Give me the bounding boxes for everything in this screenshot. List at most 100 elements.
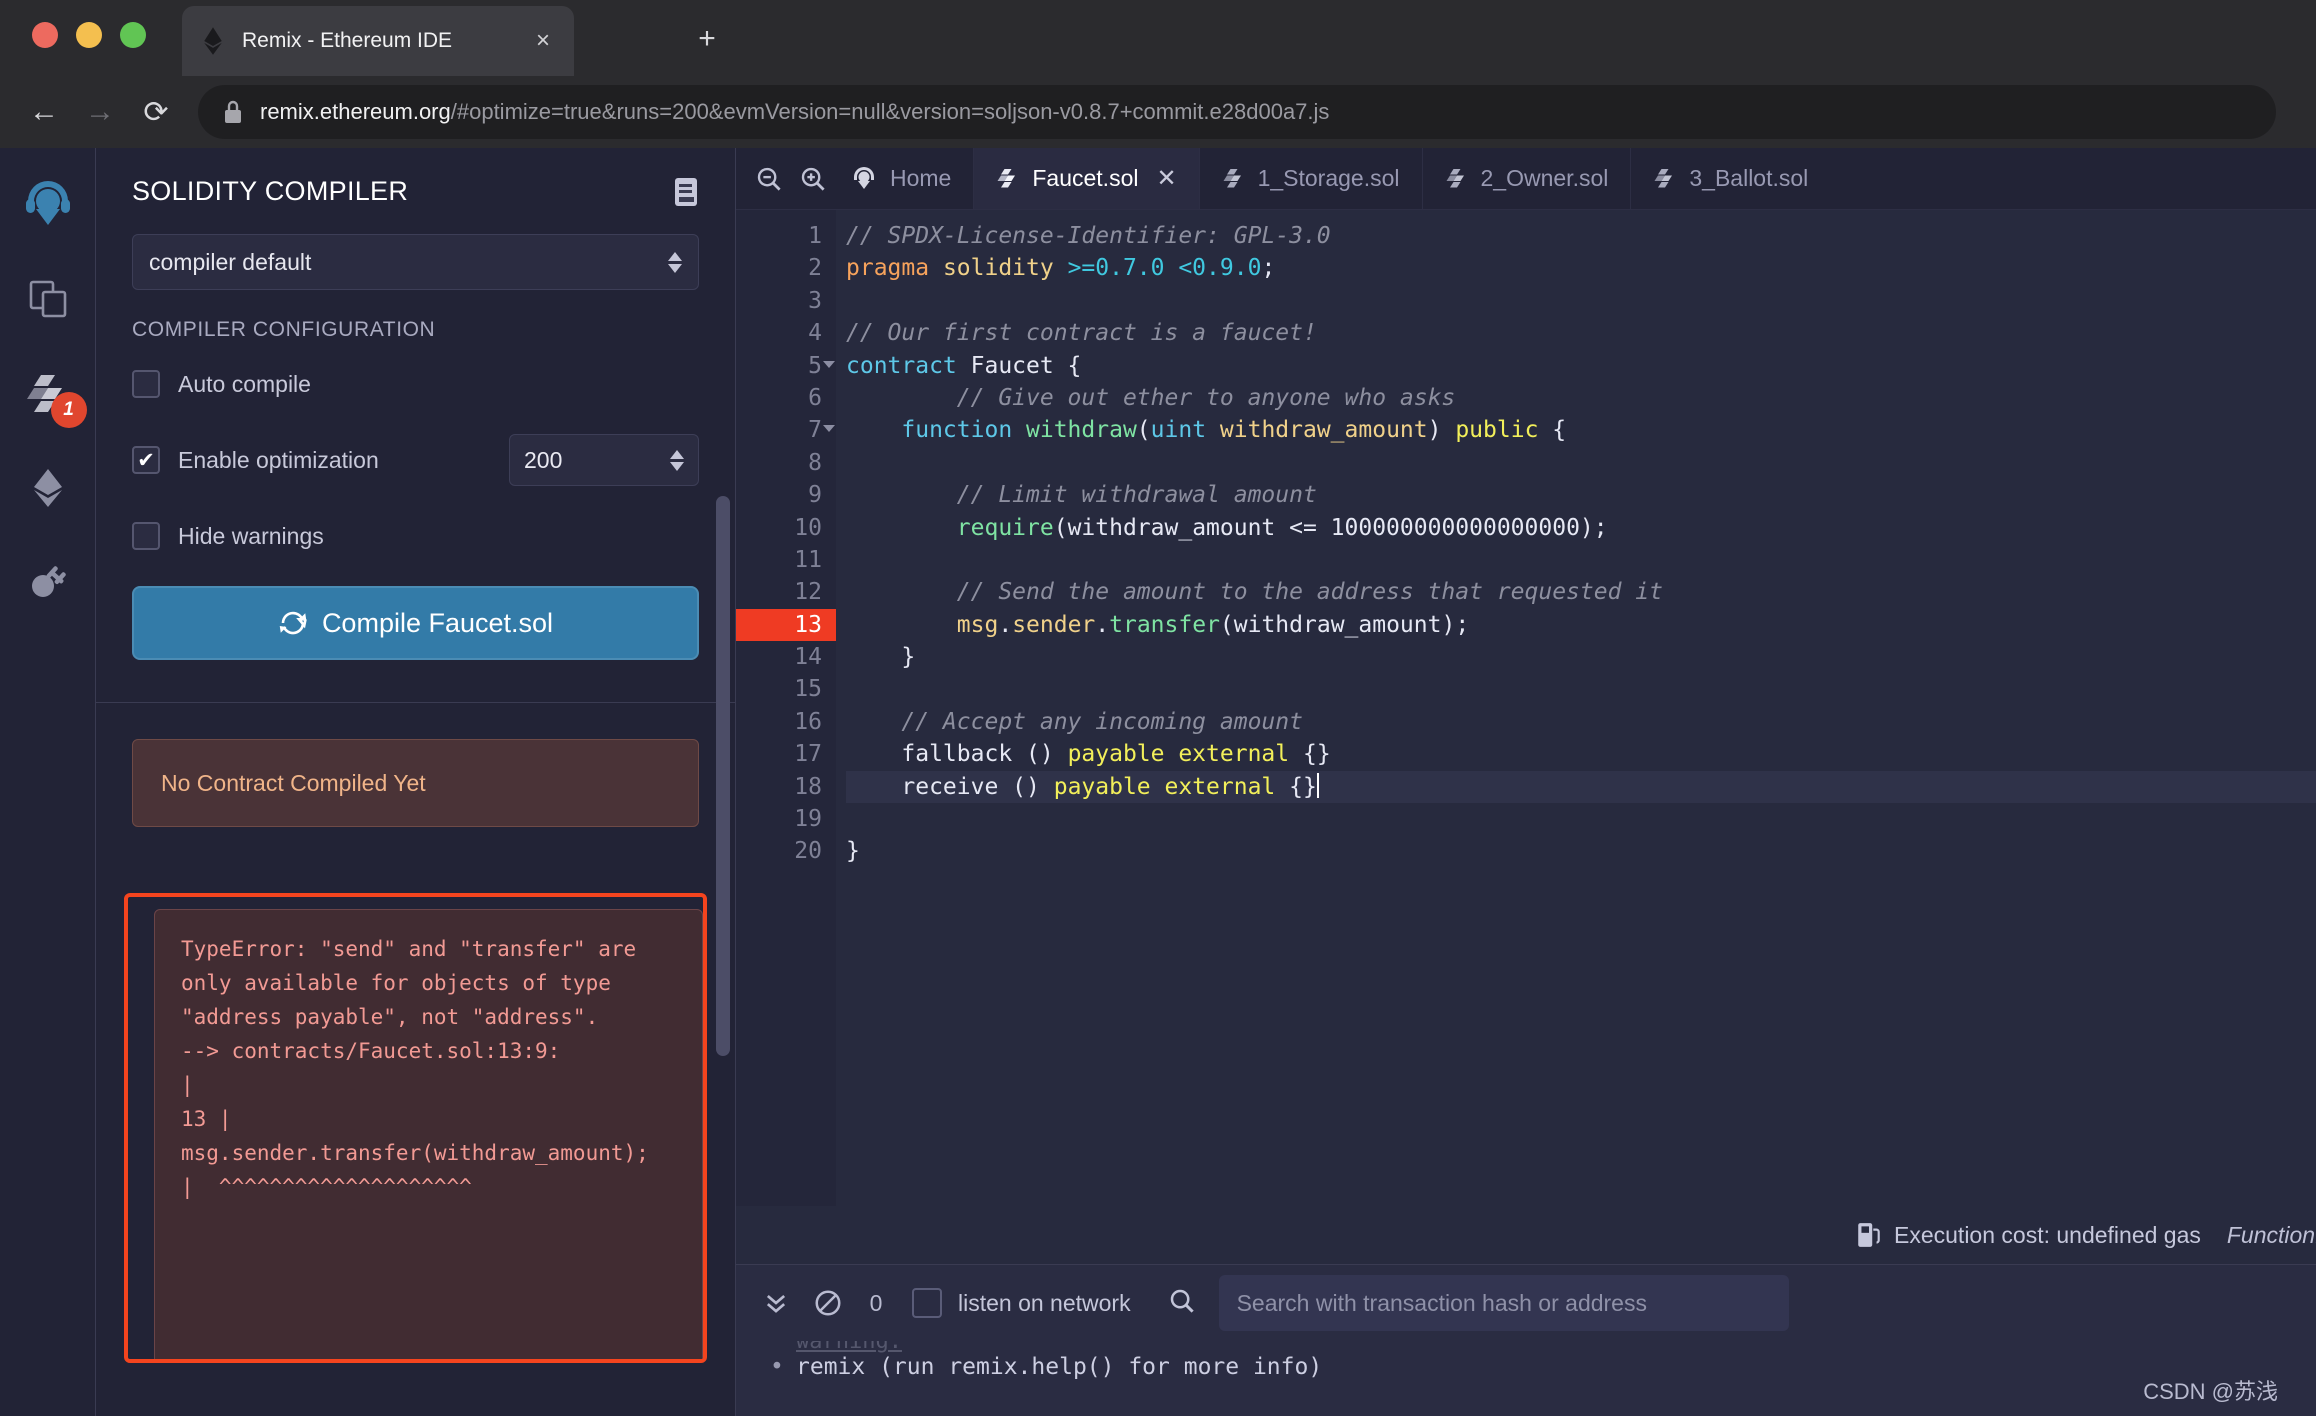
browser-chrome: Remix - Ethereum IDE × + ← → ⟳ remix.eth… <box>0 0 2316 148</box>
code-token: 100000000000000000 <box>1330 514 1580 541</box>
zoom-in-icon[interactable] <box>798 164 828 194</box>
terminal-log-line: remix (run remix.help() for more info) <box>770 1354 2316 1380</box>
code-line: // Limit withdrawal amount <box>846 479 2316 511</box>
runs-stepper-icon[interactable] <box>670 449 684 471</box>
terminal-output: warning: remix (run remix.help() for mor… <box>736 1341 2316 1416</box>
rail-item-plugin-manager[interactable] <box>13 546 83 616</box>
documentation-icon[interactable] <box>673 176 699 208</box>
code-token: {} <box>1302 741 1331 768</box>
editor-tab-label: 1_Storage.sol <box>1257 165 1400 191</box>
optimization-runs-input[interactable]: 200 <box>509 434 699 486</box>
code-content[interactable]: // SPDX-License-Identifier: GPL-3.0 pragm… <box>836 210 2316 1206</box>
remix-home-logo-icon <box>25 181 70 225</box>
compiler-version-select[interactable]: compiler default <box>132 234 699 290</box>
enable-optimization-label: Enable optimization <box>178 446 379 473</box>
auto-compile-checkbox[interactable] <box>132 370 160 398</box>
code-line: pragma solidity >=0.7.0 <0.9.0; <box>846 252 2316 284</box>
editor-tab-label: 3_Ballot.sol <box>1689 165 1809 191</box>
forward-button[interactable]: → <box>72 84 128 140</box>
enable-optimization-checkbox[interactable] <box>132 446 160 474</box>
remix-logo-icon <box>854 166 874 189</box>
code-editor[interactable]: 1 2 3 4 5 6 7 8 9 10 11 12 13 14 15 16 17 18 19 20 // SPDX-… <box>736 210 2316 1206</box>
rail-item-remix-home[interactable] <box>13 170 83 240</box>
select-stepper-icon <box>668 251 682 273</box>
code-token: . <box>998 611 1013 638</box>
rail-item-file-explorer[interactable] <box>13 264 83 334</box>
code-token: ); <box>1579 514 1608 541</box>
listen-on-network-label: listen on network <box>958 1289 1131 1316</box>
editor-tab-3-ballot-sol[interactable]: 3_Ballot.sol <box>1630 148 1830 209</box>
close-icon[interactable]: ✕ <box>1156 164 1176 193</box>
code-token: payable external <box>1067 741 1303 768</box>
text-cursor <box>1316 772 1319 798</box>
editor-tab-1-storage-sol[interactable]: 1_Storage.sol <box>1198 148 1422 209</box>
hide-warnings-checkbox[interactable] <box>132 522 160 550</box>
ethereum-logo-icon <box>204 27 222 55</box>
address-bar-url: remix.ethereum.org/#optimize=true&runs=2… <box>260 99 1329 125</box>
code-token: withdraw <box>1026 417 1137 444</box>
execution-cost-indicator: Execution cost: undefined gas <box>1856 1221 2201 1249</box>
fold-chevron-icon[interactable] <box>823 425 835 433</box>
code-token: receive () <box>846 773 1054 800</box>
line-number: 16 <box>794 708 822 735</box>
close-window-button[interactable] <box>32 22 58 48</box>
code-token: withdraw_amount <box>1219 417 1428 444</box>
compile-button[interactable]: Compile Faucet.sol <box>132 586 699 660</box>
maximize-window-button[interactable] <box>120 22 146 48</box>
solidity-file-icon <box>997 168 1016 187</box>
rail-item-solidity-compiler[interactable]: 1 <box>13 358 87 428</box>
gas-pump-icon <box>1858 1223 1880 1247</box>
code-token: ; <box>1261 255 1276 282</box>
clear-console-icon[interactable] <box>802 1277 854 1329</box>
editor-tab-label: Faucet.sol <box>1032 165 1139 191</box>
listen-on-network-checkbox[interactable] <box>912 1288 942 1318</box>
code-token: fallback () <box>846 741 1068 768</box>
code-line: // Accept any incoming amount <box>846 706 2316 738</box>
editor-tab-faucet-sol[interactable]: Faucet.sol ✕ <box>973 148 1199 209</box>
code-token: (withdraw_amount <= <box>1053 514 1331 541</box>
reload-button[interactable]: ⟳ <box>128 84 184 140</box>
browser-toolbar: ← → ⟳ remix.ethereum.org/#optimize=true&… <box>0 76 2316 148</box>
panel-scrollbar[interactable] <box>716 496 730 1056</box>
editor-area: Home Faucet.sol ✕ 1_Storage.sol 2_Owner.… <box>736 148 2316 1416</box>
solidity-file-icon <box>1654 168 1673 187</box>
code-token: ) <box>1427 417 1456 444</box>
panel-header: SOLIDITY COMPILER <box>96 148 735 208</box>
fold-chevron-icon[interactable] <box>823 360 835 368</box>
editor-tab-home[interactable]: Home <box>844 148 973 209</box>
browser-tab-title: Remix - Ethereum IDE <box>242 29 453 52</box>
compiler-configuration-heading: COMPILER CONFIGURATION <box>132 318 436 341</box>
code-token: // Limit withdrawal amount <box>846 482 1317 509</box>
zoom-out-icon[interactable] <box>754 164 784 194</box>
code-token: msg <box>846 611 999 638</box>
code-token: . <box>1095 611 1110 638</box>
editor-tab-home-label: Home <box>890 165 952 191</box>
code-token: Faucet { <box>970 352 1082 379</box>
browser-tab[interactable]: Remix - Ethereum IDE × <box>182 6 574 76</box>
minimize-window-button[interactable] <box>76 22 102 48</box>
search-icon[interactable] <box>1167 1286 1197 1321</box>
line-number: 20 <box>794 838 822 865</box>
editor-zoom-controls <box>736 148 844 209</box>
new-tab-button[interactable]: + <box>690 22 724 56</box>
address-bar[interactable]: remix.ethereum.org/#optimize=true&runs=2… <box>198 85 2276 139</box>
execution-cost-text: Execution cost: undefined gas <box>1894 1221 2201 1248</box>
editor-tab-2-owner-sol[interactable]: 2_Owner.sol <box>1421 148 1631 209</box>
code-token: pragma <box>846 255 943 282</box>
code-line: contract Faucet { <box>846 350 2316 382</box>
compiler-version-value: compiler default <box>149 248 312 275</box>
code-token: // Send the amount to the address that r… <box>846 579 1663 606</box>
url-path: /#optimize=true&runs=200&evmVersion=null… <box>450 99 1330 124</box>
double-chevron-down-icon[interactable] <box>750 1277 802 1329</box>
rail-item-deploy-run[interactable] <box>13 452 83 522</box>
solidity-compiler-panel: SOLIDITY COMPILER compiler default COMPI… <box>96 148 736 1416</box>
code-token: solidity <box>942 255 1068 282</box>
line-number: 9 <box>808 482 822 509</box>
close-tab-button[interactable]: × <box>528 27 558 55</box>
transaction-search-input[interactable]: Search with transaction hash or address <box>1218 1275 1789 1331</box>
line-number: 12 <box>794 579 822 606</box>
back-button[interactable]: ← <box>16 84 72 140</box>
code-line: receive () payable external {} <box>846 770 2316 804</box>
